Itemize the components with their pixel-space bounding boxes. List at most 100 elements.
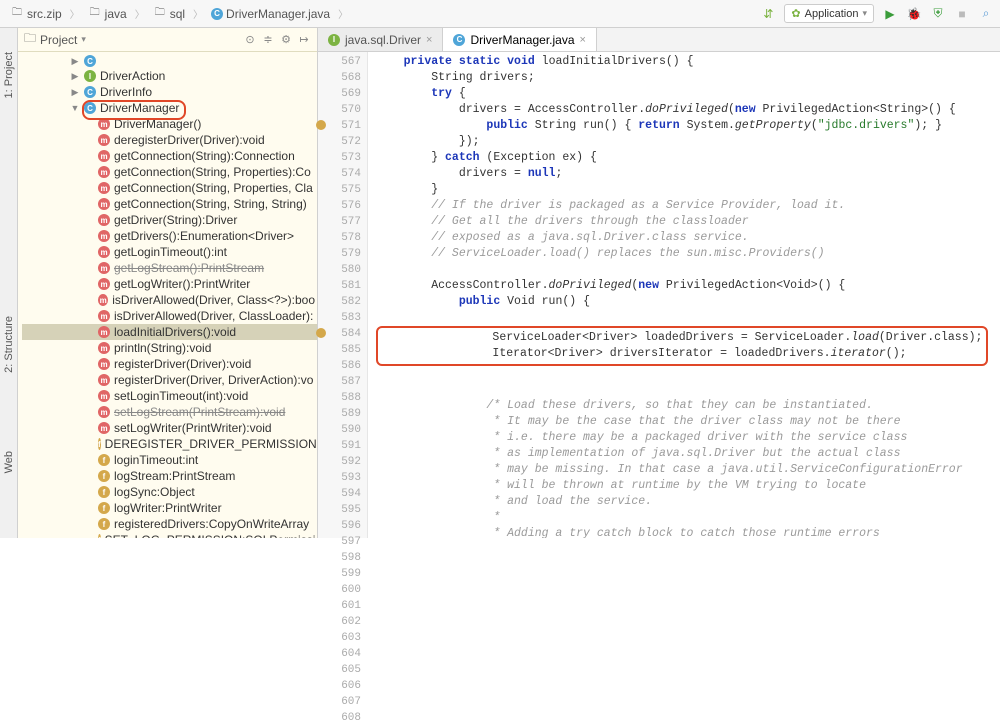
close-icon[interactable]: ×	[426, 34, 432, 46]
tree-member[interactable]: mgetLogStream():PrintStream	[22, 260, 317, 276]
line-number[interactable]: 591	[318, 438, 361, 454]
line-number[interactable]: 599	[318, 566, 361, 582]
line-number[interactable]: 574	[318, 166, 361, 182]
breadcrumb-item[interactable]: 🗀src.zip	[6, 5, 66, 23]
tree-member[interactable]: flogWriter:PrintWriter	[22, 500, 317, 516]
tree-member[interactable]: floginTimeout:int	[22, 452, 317, 468]
line-number[interactable]: 593	[318, 470, 361, 486]
line-number[interactable]: 579	[318, 246, 361, 262]
tree-member[interactable]: msetLogStream(PrintStream):void	[22, 404, 317, 420]
line-number[interactable]: 592	[318, 454, 361, 470]
line-number[interactable]: 568	[318, 70, 361, 86]
editor-gutter[interactable]: 5675685695705715725735745755765775785795…	[318, 52, 368, 538]
tree-member[interactable]: msetLogWriter(PrintWriter):void	[22, 420, 317, 436]
line-number[interactable]: 602	[318, 614, 361, 630]
line-number[interactable]: 585	[318, 342, 361, 358]
disclosure-icon[interactable]: ▶	[70, 56, 80, 67]
tree-member[interactable]: flogSync:Object	[22, 484, 317, 500]
disclosure-icon[interactable]: ▼	[70, 103, 80, 113]
gutter-marker-icon[interactable]	[316, 120, 326, 130]
line-number[interactable]: 569	[318, 86, 361, 102]
line-number[interactable]: 590	[318, 422, 361, 438]
editor-tab[interactable]: C DriverManager.java ×	[443, 28, 596, 51]
line-number[interactable]: 567	[318, 54, 361, 70]
breadcrumb-item[interactable]: 🗀sql	[149, 5, 189, 23]
tree-member[interactable]: fregisteredDrivers:CopyOnWriteArray	[22, 516, 317, 532]
line-number[interactable]: 588	[318, 390, 361, 406]
settings-icon[interactable]: ⚙	[279, 33, 293, 47]
line-number[interactable]: 575	[318, 182, 361, 198]
line-number[interactable]: 583	[318, 310, 361, 326]
project-tree[interactable]: ▶C▶IDriverAction▶CDriverInfo▼CDriverMana…	[18, 52, 317, 538]
line-number[interactable]: 608	[318, 710, 361, 726]
line-number[interactable]: 573	[318, 150, 361, 166]
tool-project[interactable]: 1: Project	[2, 48, 16, 102]
tree-member[interactable]: msetLoginTimeout(int):void	[22, 388, 317, 404]
tree-member[interactable]: mregisterDriver(Driver, DriverAction):vo	[22, 372, 317, 388]
tree-member[interactable]: mderegisterDriver(Driver):void	[22, 132, 317, 148]
line-number[interactable]: 571	[318, 118, 361, 134]
tree-node[interactable]: ▼CDriverManager	[22, 100, 317, 116]
line-number[interactable]: 605	[318, 662, 361, 678]
tree-member[interactable]: mgetLoginTimeout():int	[22, 244, 317, 260]
line-number[interactable]: 589	[318, 406, 361, 422]
breadcrumb-item[interactable]: 🗀java	[84, 5, 131, 23]
tree-member[interactable]: mgetConnection(String, Properties):Co	[22, 164, 317, 180]
disclosure-icon[interactable]: ▶	[70, 87, 80, 98]
tool-web[interactable]: Web	[2, 447, 16, 477]
tree-member[interactable]: misDriverAllowed(Driver, Class<?>):boo	[22, 292, 317, 308]
sync-icon[interactable]: ⇵	[760, 6, 776, 22]
line-number[interactable]: 581	[318, 278, 361, 294]
line-number[interactable]: 576	[318, 198, 361, 214]
run-config-selector[interactable]: ✿ Application ▾	[784, 4, 874, 23]
coverage-icon[interactable]: ⛨	[930, 6, 946, 22]
tree-member[interactable]: mgetDrivers():Enumeration<Driver>	[22, 228, 317, 244]
expand-icon[interactable]: ≑	[261, 33, 275, 47]
stop-icon[interactable]: ■	[954, 6, 970, 22]
tree-member[interactable]: misDriverAllowed(Driver, ClassLoader):	[22, 308, 317, 324]
line-number[interactable]: 607	[318, 694, 361, 710]
gutter-marker-icon[interactable]	[316, 328, 326, 338]
line-number[interactable]: 597	[318, 534, 361, 550]
tree-member[interactable]: fDEREGISTER_DRIVER_PERMISSION:S	[22, 436, 317, 452]
collapse-icon[interactable]: ⊙	[243, 33, 257, 47]
line-number[interactable]: 601	[318, 598, 361, 614]
line-number[interactable]: 586	[318, 358, 361, 374]
close-icon[interactable]: ×	[580, 34, 586, 46]
line-number[interactable]: 600	[318, 582, 361, 598]
line-number[interactable]: 582	[318, 294, 361, 310]
project-panel-title[interactable]: 🗀 Project ▾	[24, 29, 237, 50]
line-number[interactable]: 598	[318, 550, 361, 566]
line-number[interactable]: 603	[318, 630, 361, 646]
tree-member[interactable]: flogStream:PrintStream	[22, 468, 317, 484]
tree-member[interactable]: mDriverManager()	[22, 116, 317, 132]
run-icon[interactable]: ▶	[882, 6, 898, 22]
disclosure-icon[interactable]: ▶	[70, 71, 80, 82]
tree-member[interactable]: mgetConnection(String, String, String)	[22, 196, 317, 212]
tree-member[interactable]: mgetConnection(String, Properties, Cla	[22, 180, 317, 196]
search-icon[interactable]: ⌕	[978, 6, 994, 22]
tree-member[interactable]: mgetConnection(String):Connection	[22, 148, 317, 164]
line-number[interactable]: 584	[318, 326, 361, 342]
tree-member[interactable]: mloadInitialDrivers():void	[22, 324, 317, 340]
line-number[interactable]: 604	[318, 646, 361, 662]
line-number[interactable]: 594	[318, 486, 361, 502]
hide-icon[interactable]: ↦	[297, 33, 311, 47]
line-number[interactable]: 595	[318, 502, 361, 518]
tree-member[interactable]: mprintln(String):void	[22, 340, 317, 356]
line-number[interactable]: 606	[318, 678, 361, 694]
code-editor[interactable]: private static void loadInitialDrivers()…	[368, 52, 1000, 538]
line-number[interactable]: 572	[318, 134, 361, 150]
tree-node[interactable]: ▶IDriverAction	[22, 68, 317, 84]
line-number[interactable]: 580	[318, 262, 361, 278]
breadcrumb-item[interactable]: CDriverManager.java	[207, 5, 334, 23]
tool-structure[interactable]: 2: Structure	[2, 312, 16, 377]
line-number[interactable]: 578	[318, 230, 361, 246]
line-number[interactable]: 570	[318, 102, 361, 118]
line-number[interactable]: 577	[318, 214, 361, 230]
tree-member[interactable]: mgetLogWriter():PrintWriter	[22, 276, 317, 292]
tree-node[interactable]: ▶CDriverInfo	[22, 84, 317, 100]
tree-node[interactable]: ▶C	[22, 54, 317, 68]
tree-member[interactable]: mregisterDriver(Driver):void	[22, 356, 317, 372]
tree-member[interactable]: mgetDriver(String):Driver	[22, 212, 317, 228]
